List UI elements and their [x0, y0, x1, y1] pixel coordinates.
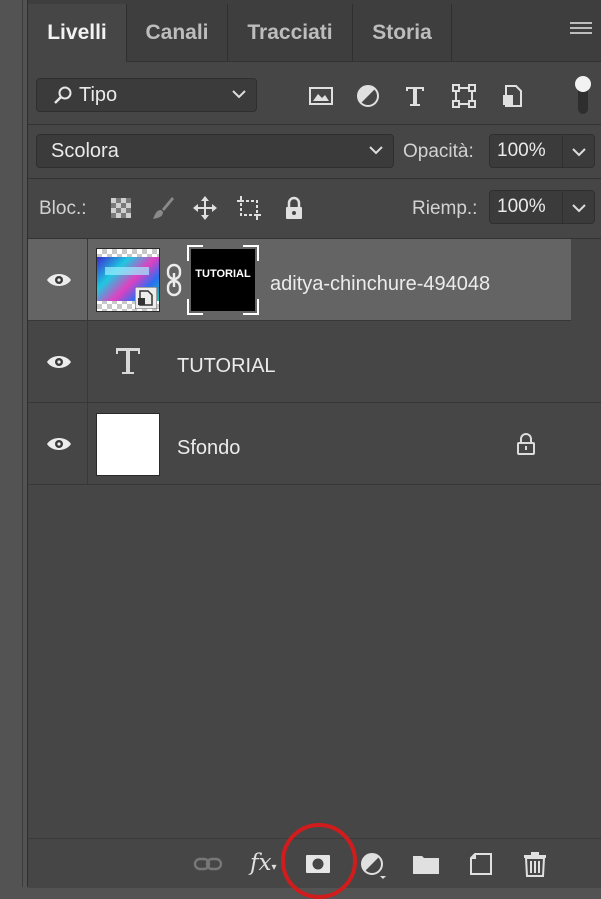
- layer-row[interactable]: TUTORIAL: [28, 321, 601, 403]
- opacity-input[interactable]: 100%: [489, 134, 563, 168]
- filter-toggle-switch[interactable]: [575, 76, 591, 114]
- layer-row[interactable]: TUTORIAL aditya-chinchure-494048: [28, 239, 571, 321]
- mask-text: TUTORIAL: [195, 268, 251, 280]
- lock-position-icon[interactable]: [192, 195, 218, 221]
- left-panel-edge: [0, 0, 23, 887]
- blend-mode-dropdown[interactable]: Scolora: [36, 134, 394, 168]
- lock-label: Bloc.:: [39, 198, 87, 219]
- trash-icon[interactable]: [520, 849, 550, 879]
- mask-link-icon[interactable]: [165, 263, 183, 297]
- fill-input[interactable]: 100%: [489, 190, 563, 224]
- fill-label: Riemp.:: [412, 198, 478, 219]
- blend-mode-value: Scolora: [51, 139, 119, 162]
- search-icon: [54, 86, 72, 104]
- chevron-down-icon: [572, 204, 586, 213]
- layer-thumbnail[interactable]: [96, 413, 160, 476]
- type-filter-icon[interactable]: [402, 83, 428, 109]
- filter-kind-label: Tipo: [79, 83, 118, 106]
- layer-thumbnail[interactable]: [96, 248, 160, 312]
- lock-transparent-icon[interactable]: [108, 195, 134, 221]
- layer-row[interactable]: Sfondo: [28, 403, 601, 485]
- fx-icon[interactable]: fx▾: [250, 849, 280, 879]
- chevron-down-icon: [232, 90, 246, 99]
- layer-mask-thumbnail[interactable]: TUTORIAL: [187, 245, 259, 315]
- adjustment-filter-icon[interactable]: [355, 83, 381, 109]
- chevron-down-icon: [572, 148, 586, 157]
- smart-object-filter-icon[interactable]: [500, 83, 526, 109]
- tab-livelli[interactable]: Livelli: [28, 4, 127, 62]
- lock-all-icon[interactable]: [281, 195, 307, 221]
- lock-image-icon[interactable]: [150, 195, 176, 221]
- panel-tab-bar: Livelli Canali Tracciati Storia: [28, 0, 601, 62]
- layers-list: TUTORIAL aditya-chinchure-494048 TUTORIA…: [28, 239, 601, 839]
- new-layer-icon[interactable]: [466, 849, 496, 879]
- visibility-eye-icon[interactable]: [46, 353, 72, 371]
- panel-menu-icon[interactable]: [570, 22, 592, 38]
- adjustment-layer-icon[interactable]: [358, 849, 388, 879]
- lock-icon: [517, 433, 535, 455]
- text-layer-icon[interactable]: [114, 346, 142, 376]
- lock-artboard-icon[interactable]: [236, 195, 262, 221]
- chevron-down-icon: [369, 146, 383, 155]
- layer-name[interactable]: TUTORIAL: [177, 355, 276, 378]
- tab-canali[interactable]: Canali: [127, 4, 228, 61]
- highlight-annotation-circle: [281, 823, 357, 899]
- layer-name[interactable]: aditya-chinchure-494048: [270, 273, 490, 296]
- image-filter-icon[interactable]: [308, 83, 334, 109]
- opacity-label: Opacità:: [403, 141, 474, 162]
- opacity-dropdown-button[interactable]: [563, 134, 595, 168]
- tab-storia[interactable]: Storia: [353, 4, 452, 61]
- layer-name[interactable]: Sfondo: [177, 437, 240, 460]
- layers-panel: Livelli Canali Tracciati Storia Tipo Sco…: [27, 0, 601, 899]
- filter-kind-dropdown[interactable]: Tipo: [36, 78, 257, 112]
- group-folder-icon[interactable]: [411, 849, 441, 879]
- visibility-eye-icon[interactable]: [46, 435, 72, 453]
- fill-dropdown-button[interactable]: [563, 190, 595, 224]
- tab-tracciati[interactable]: Tracciati: [228, 4, 353, 61]
- smart-object-badge-icon: [135, 287, 157, 309]
- visibility-eye-icon[interactable]: [46, 271, 72, 289]
- shape-filter-icon[interactable]: [451, 83, 477, 109]
- link-layers-icon[interactable]: [193, 849, 223, 879]
